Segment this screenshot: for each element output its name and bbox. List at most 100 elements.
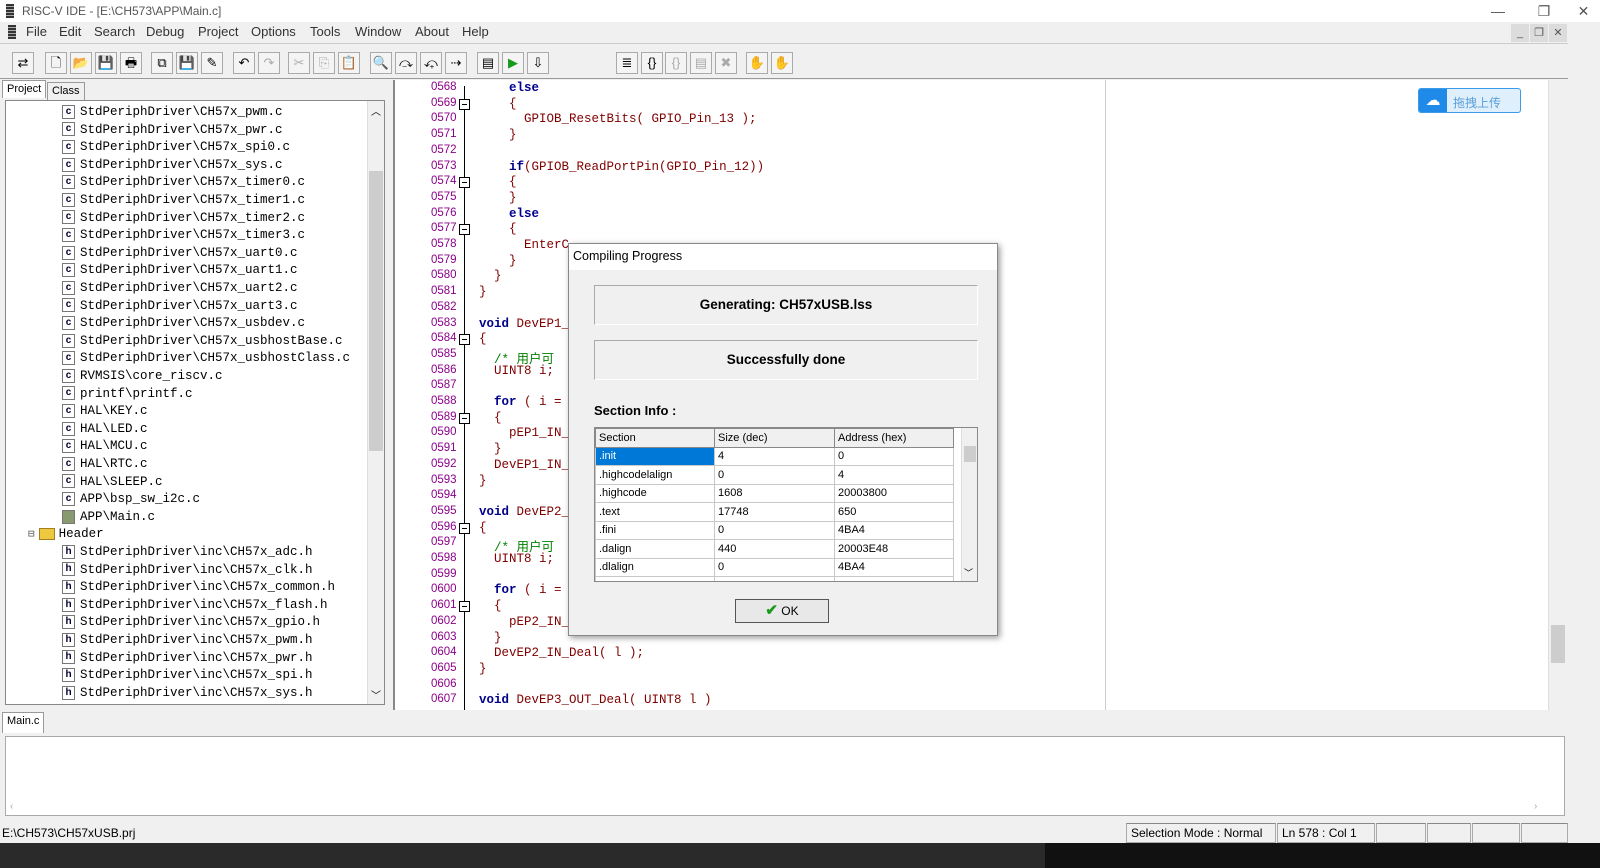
tree-item[interactable]: h StdPeriphDriver\inc\CH57x_pwm.h (62, 632, 313, 649)
code-line[interactable]: void DevEP3_OUT_Deal( UINT8 l ) (479, 693, 712, 707)
fold-toggle-icon[interactable] (459, 522, 470, 534)
menu-search[interactable]: Search (94, 24, 135, 39)
code-line[interactable]: UINT8 i; (479, 364, 554, 378)
code-line[interactable]: } (479, 191, 517, 205)
tree-scrollbar[interactable]: ︿ ﹀ (367, 101, 384, 704)
tree-item[interactable]: c StdPeriphDriver\CH57x_pwm.c (62, 104, 283, 121)
fold-toggle-icon[interactable] (459, 98, 470, 110)
code-line[interactable]: DevEP1_IN_ (479, 458, 569, 472)
menu-file[interactable]: File (26, 24, 47, 39)
tree-item[interactable]: c StdPeriphDriver\CH57x_timer0.c (62, 174, 305, 191)
table-row[interactable]: .highcodelalign 0 4 (595, 465, 954, 485)
tree-item[interactable]: h StdPeriphDriver\inc\CH57x_pwr.h (62, 650, 313, 667)
tree-item[interactable]: c StdPeriphDriver\CH57x_usbhostBase.c (62, 333, 343, 350)
column-header[interactable]: Section (595, 428, 715, 448)
code-line[interactable]: for ( i = (479, 395, 562, 409)
code-line[interactable]: } (479, 269, 502, 283)
code-line[interactable]: } (479, 474, 487, 488)
save-all-button[interactable]: 💾 (176, 52, 198, 74)
tree-item[interactable]: c HAL\RTC.c (62, 456, 148, 473)
download-button[interactable]: ⇩ (527, 52, 549, 74)
tree-item[interactable]: c StdPeriphDriver\CH57x_spi0.c (62, 139, 290, 156)
find-prev-button[interactable]: ⤽ (420, 52, 442, 74)
code-line[interactable]: { (479, 97, 517, 111)
fold-toggle-icon[interactable] (459, 412, 470, 424)
code-line[interactable]: void DevEP1_ (479, 317, 569, 331)
tree-item[interactable]: c StdPeriphDriver\CH57x_uart2.c (62, 280, 298, 297)
tree-item[interactable]: c StdPeriphDriver\CH57x_uart1.c (62, 262, 298, 279)
code-line[interactable]: pEP1_IN_ (479, 426, 569, 440)
table-row[interactable] (595, 576, 954, 581)
mdi-close-button[interactable]: ✕ (1549, 24, 1567, 42)
tree-item[interactable]: c StdPeriphDriver\CH57x_uart3.c (62, 298, 298, 315)
tree-item[interactable]: h StdPeriphDriver\inc\CH57x_gpio.h (62, 614, 320, 631)
tree-item[interactable]: h StdPeriphDriver\inc\CH57x_adc.h (62, 544, 313, 561)
table-scrollbar[interactable]: ﹀ (961, 428, 977, 581)
tree-item[interactable]: c HAL\KEY.c (62, 403, 148, 420)
step-out-button[interactable]: {} (665, 52, 687, 74)
tree-item[interactable]: c StdPeriphDriver\CH57x_timer1.c (62, 192, 305, 209)
code-line[interactable]: GPIOB_ResetBits( GPIO_Pin_13 ); (479, 112, 757, 126)
step-into-button[interactable]: ≣ (616, 52, 638, 74)
step-over-button[interactable]: {} (641, 52, 663, 74)
column-header[interactable]: Size (dec) (714, 428, 835, 448)
tree-item[interactable]: h StdPeriphDriver\inc\CH57x_spi.h (62, 667, 313, 684)
code-line[interactable]: DevEP2_IN_Deal( l ); (479, 646, 644, 660)
scroll-left-icon[interactable]: ‹ (10, 801, 13, 812)
code-line[interactable]: } (479, 285, 487, 299)
menu-help[interactable]: Help (462, 24, 489, 39)
menu-window[interactable]: Window (355, 24, 401, 39)
tab-class[interactable]: Class (47, 82, 85, 100)
open-folder-button[interactable]: 📂 (70, 52, 92, 74)
code-line[interactable]: EnterC (479, 238, 569, 252)
clear-breakpoints-button[interactable]: ✋ (771, 52, 793, 74)
build-settings-button[interactable]: ✎ (201, 52, 223, 74)
column-header[interactable]: Address (hex) (834, 428, 954, 448)
code-line[interactable]: } (479, 254, 517, 268)
code-line[interactable]: { (479, 521, 487, 535)
tree-item[interactable]: ⊟ Header (28, 526, 104, 543)
tree-item[interactable]: h StdPeriphDriver\inc\CH57x_sys.h (62, 685, 313, 702)
output-pane[interactable]: ‹ › (5, 736, 1565, 816)
code-line[interactable]: { (479, 599, 502, 613)
tab-main-c[interactable]: Main.c (2, 712, 45, 733)
code-line[interactable]: } (479, 442, 502, 456)
tree-item[interactable]: c StdPeriphDriver\CH57x_usbdev.c (62, 315, 305, 332)
table-row[interactable]: .fini 0 4BA4 (595, 520, 954, 540)
copy-button[interactable]: ⎘ (313, 52, 335, 74)
code-line[interactable]: { (479, 222, 517, 236)
menu-project[interactable]: Project (198, 24, 238, 39)
close-button[interactable]: ✕ (1567, 0, 1600, 22)
paste-button[interactable]: 📋 (338, 52, 360, 74)
menu-options[interactable]: Options (251, 24, 296, 39)
tab-project[interactable]: Project (2, 80, 47, 98)
table-row[interactable]: .init 4 0 (595, 446, 954, 466)
undo-button[interactable]: ↶ (233, 52, 255, 74)
copy-files-button[interactable]: ⧉ (151, 52, 173, 74)
minimize-button[interactable]: — (1475, 0, 1521, 22)
compile-button[interactable]: ▤ (477, 52, 499, 74)
code-line[interactable]: UINT8 i; (479, 552, 554, 566)
code-line[interactable]: } (479, 631, 502, 645)
table-row[interactable]: .text 17748 650 (595, 502, 954, 522)
code-line[interactable]: } (479, 128, 517, 142)
code-line[interactable]: void DevEP2_ (479, 505, 569, 519)
tree-item[interactable]: c printf\printf.c (62, 386, 193, 403)
scroll-down-icon[interactable]: ﹀ (371, 687, 381, 702)
code-line[interactable]: { (479, 332, 487, 346)
tree-item[interactable]: c HAL\LED.c (62, 421, 148, 438)
editor-scrollbar[interactable] (1548, 80, 1566, 710)
code-line[interactable]: pEP2_IN_ (479, 615, 569, 629)
code-line[interactable]: else (479, 81, 539, 95)
tree-item[interactable]: c StdPeriphDriver\CH57x_uart0.c (62, 245, 298, 262)
new-file-button[interactable]: 🗋 (45, 52, 67, 74)
tree-item[interactable]: c StdPeriphDriver\CH57x_pwr.c (62, 122, 283, 139)
find-button[interactable]: 🔍 (370, 52, 392, 74)
tree-item[interactable]: h StdPeriphDriver\inc\CH57x_common.h (62, 579, 335, 596)
tree-item[interactable]: c HAL\SLEEP.c (62, 474, 163, 491)
breakpoint-button[interactable]: ✋ (746, 52, 768, 74)
tree-item[interactable]: c RVMSIS\core_riscv.c (62, 368, 223, 385)
menu-edit[interactable]: Edit (59, 24, 81, 39)
tree-item[interactable]: c HAL\MCU.c (62, 438, 148, 455)
cut-button[interactable]: ✂ (288, 52, 310, 74)
